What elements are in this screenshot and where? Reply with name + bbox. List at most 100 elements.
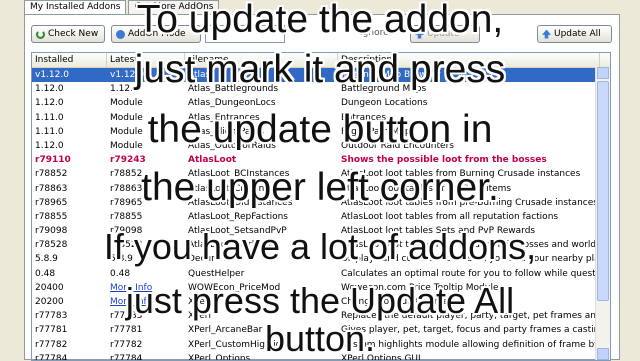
tab-get-more-addons[interactable]: Get More AddOns (128, 0, 220, 14)
latest-cell[interactable]: More Info (107, 295, 185, 309)
installed-cell: v1.12.0 (35, 70, 69, 80)
table-row[interactable]: r77781 r77781 XPerl_ArcaneBar Gives player,… (32, 323, 610, 337)
filename-cell: Atlas (188, 70, 211, 80)
ignore-label[interactable]: Ignore (360, 28, 389, 38)
filename-cell: QuestHelper (188, 268, 245, 279)
filename-cell: XPerl_ArcaneBar (188, 325, 263, 336)
tab-strip: My Installed Addons Get More AddOns (24, 0, 221, 14)
filename-cell: AtlasLoot (188, 155, 237, 166)
filename-cell: AtlasLoot_BCInstances (188, 169, 290, 180)
check-new-button[interactable]: Check New (31, 25, 105, 43)
description-cell: Entrances (341, 112, 387, 123)
installed-cell: 1.11.0 (35, 112, 64, 123)
latest-cell: Module (110, 112, 143, 123)
addon-mode-label: AddOn Mode (128, 29, 186, 39)
table-row[interactable]: 0.48 0.48 QuestHelper Calculates an optimal… (32, 267, 610, 281)
table-row[interactable]: r79110 r79243 AtlasLoot Shows the possible … (32, 153, 610, 167)
filename-cell: Atlas_Entrances (188, 112, 260, 123)
table-row[interactable]: 1.11.0 Module Atlas_FlightPaths Flight Path… (32, 125, 610, 139)
latest-cell: r78852 (110, 169, 143, 180)
table-row[interactable]: r79098 r79098 AtlasLoot_SetsandPvP AtlasLoo… (32, 224, 610, 238)
filename-cell: Atlas_OutdoorRaids (188, 140, 276, 151)
addon-list[interactable]: Installed Latest Filename Description v1… (31, 52, 611, 361)
scroll-up-arrow[interactable] (597, 67, 609, 79)
table-row[interactable]: 1.12.0 Module Atlas_OutdoorRaids Outdoor Ra… (32, 139, 610, 153)
latest-cell: v1.12.0 (110, 70, 144, 80)
table-row[interactable]: 20400 More Info WOWEcon_PriceMod Wowecon.co… (32, 281, 610, 295)
latest-cell: r77781 (110, 325, 143, 336)
installed-cell: r77783 (35, 311, 68, 322)
globe-icon (116, 29, 125, 39)
column-description[interactable]: Description (338, 53, 600, 67)
description-cell: Displays and cures afflictions on you an… (341, 254, 600, 265)
column-latest[interactable]: Latest (107, 53, 185, 67)
latest-cell: 5.8.9 (110, 254, 133, 265)
installed-cell: r78852 (35, 169, 68, 180)
table-row[interactable]: r77782 r77782 XPerl_CustomHighlight Custom … (32, 338, 610, 352)
installed-cell: 0.48 (35, 268, 56, 279)
filename-cell: AtlasLoot_WorldLoot (188, 240, 280, 251)
installed-cell: r78528 (35, 240, 68, 251)
addons-panel: Check New AddOn Mode Ignore Update Updat… (24, 14, 620, 361)
table-row[interactable]: r78852 r78852 AtlasLoot_BCInstances AtlasLo… (32, 167, 610, 181)
filter-input[interactable] (205, 25, 285, 43)
latest-cell[interactable]: More Info (107, 281, 185, 295)
filename-cell: Atlas_Battlegrounds (188, 84, 279, 95)
installed-cell: 1.12.0 (35, 98, 64, 109)
table-row[interactable]: 1.12.0 1.12.0 Atlas_Battlegrounds Battlegro… (32, 82, 610, 96)
latest-cell: r79243 (110, 155, 146, 166)
column-installed[interactable]: Installed (32, 53, 107, 67)
table-row[interactable]: r78528 r78528 AtlasLoot_WorldLoot AtlasLoot… (32, 238, 610, 252)
tab-my-installed-addons[interactable]: My Installed Addons (24, 0, 127, 14)
latest-cell: Module (110, 140, 143, 151)
description-cell: Replaces the default player, party, targ… (341, 311, 600, 322)
description-cell: AtlasLoot loot tables from outdoor raid … (341, 240, 600, 251)
table-row[interactable]: v1.12.0 v1.12.0 Atlas Instance Map Browser (32, 68, 610, 83)
vertical-scrollbar[interactable] (595, 67, 610, 360)
refresh-icon (36, 29, 45, 39)
table-row[interactable]: 1.12.0 Module Atlas_DungeonLocs Dungeon Loc… (32, 96, 610, 110)
update-all-button[interactable]: Update All (537, 25, 612, 43)
table-row[interactable]: 5.8.9 5.8.9 Decursive Displays and cures af… (32, 252, 610, 266)
update-all-arrow-icon (542, 29, 551, 39)
filename-cell: XPerl (188, 311, 212, 322)
addon-mode-button[interactable]: AddOn Mode (111, 25, 201, 43)
filename-cell: XPerl_CustomHighlight (188, 339, 291, 350)
installed-cell: 20400 (35, 282, 64, 293)
filename-cell: Atlas_FlightPaths (188, 126, 265, 137)
installed-cell: r78965 (35, 197, 68, 208)
latest-cell: r78528 (110, 240, 143, 251)
table-row[interactable]: 20200 More Info XPerl Change your unit fram… (32, 295, 610, 309)
installed-cell: r79110 (35, 155, 71, 166)
latest-cell: r77783 (110, 311, 143, 322)
table-row[interactable]: r78855 r78855 AtlasLoot_RepFactions AtlasLo… (32, 210, 610, 224)
installed-cell: 5.8.9 (35, 254, 58, 265)
check-new-label: Check New (48, 29, 99, 39)
latest-cell: r78863 (110, 183, 143, 194)
installed-cell: 1.12.0 (35, 140, 64, 151)
installed-cell: r79098 (35, 226, 68, 237)
table-row[interactable]: r78965 r78965 AtlasLoot_OldInstances AtlasL… (32, 196, 610, 210)
description-cell: AtlasLoot loot tables from pre-Burning C… (341, 197, 598, 208)
filename-cell: Decursive (188, 254, 233, 265)
installed-cell: 20200 (35, 297, 64, 307)
filename-cell: WOWEcon_PriceMod (188, 282, 281, 293)
table-row[interactable]: 1.11.0 Module Atlas_Entrances Entrances (32, 111, 610, 125)
table-row[interactable]: r78863 r78863 AtlasLoot_Crafting AtlasLoot … (32, 182, 610, 196)
column-filename[interactable]: Filename (185, 53, 338, 67)
latest-cell: r77782 (110, 339, 143, 350)
installed-cell: r78855 (35, 211, 68, 222)
update-button[interactable]: Update (410, 25, 480, 43)
list-header: Installed Latest Filename Description (32, 53, 610, 68)
scroll-thumb[interactable] (597, 81, 609, 301)
latest-cell: 0.48 (110, 268, 131, 279)
description-cell: Wowecon.com Price Tooltip Module (341, 282, 499, 293)
filename-cell: AtlasLoot_Crafting (188, 183, 271, 194)
latest-cell: r78965 (110, 197, 143, 208)
update-arrow-icon (415, 29, 424, 39)
update-all-label: Update All (554, 29, 601, 39)
scroll-down-arrow[interactable] (597, 348, 609, 360)
filename-cell: AtlasLoot_RepFactions (188, 211, 288, 222)
installed-cell: r77782 (35, 339, 68, 350)
table-row[interactable]: r77783 r77783 XPerl Replaces the default pl… (32, 309, 610, 323)
